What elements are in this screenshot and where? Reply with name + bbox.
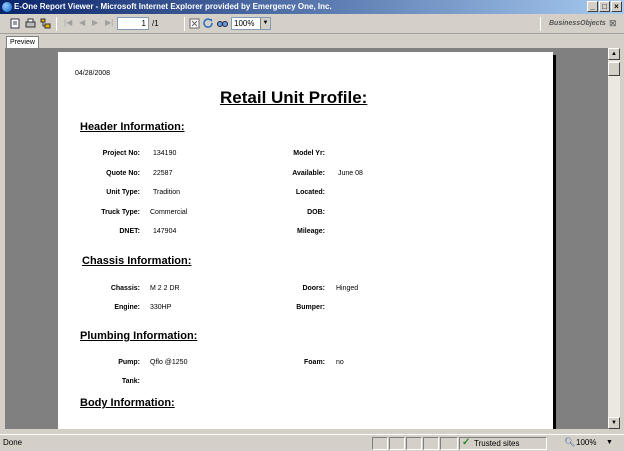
close-icon[interactable]: ⊠ [609,18,617,29]
chassis-value: M 2 2 DR [150,285,180,292]
tank-label: Tank: [121,378,140,385]
maximize-button[interactable]: □ [599,1,610,12]
status-zoom[interactable]: 🔍︎ 100% ▼ [562,437,622,450]
print-icon[interactable] [25,18,36,29]
foam-label: Foam: [304,359,325,366]
pump-label: Pump: [118,359,140,366]
available-label: Available: [292,170,325,177]
vertical-scrollbar[interactable]: ▲ ▼ [608,48,620,429]
zoom-value: 100% [234,19,255,28]
minimize-button[interactable]: _ [587,1,598,12]
doors-value: Hinged [336,285,359,292]
available-value: June 08 [338,170,363,177]
magnifier-icon: 🔍︎ [564,437,576,447]
section-chassis-information: Chassis Information: [82,255,192,267]
quote-no-label: Quote No: [106,170,140,177]
foam-value: no [336,359,344,366]
project-no-label: Project No: [102,150,140,157]
security-zone[interactable]: ✓ Trusted sites [459,437,547,450]
next-page-icon[interactable]: ▶ [92,18,98,27]
businessobjects-logo: BusinessObjects [549,20,606,27]
truck-type-label: Truck Type: [101,209,140,216]
dnet-value: 147904 [153,228,177,235]
scroll-up-icon[interactable]: ▲ [608,48,620,60]
pump-value: Qflo @1250 [150,359,188,366]
chevron-down-icon[interactable]: ▼ [606,437,613,448]
window-controls: _ □ × [587,1,622,12]
window-title: E-One Report Viewer - Microsoft Internet… [14,2,332,11]
engine-value: 330HP [150,304,172,311]
mileage-label: Mileage: [296,228,325,235]
report-title: Retail Unit Profile: [220,88,368,107]
search-icon[interactable] [217,18,228,29]
section-body-information: Body Information: [80,397,175,409]
doors-label: Doors: [302,285,325,292]
tab-preview[interactable]: Preview [6,36,39,48]
refresh-icon[interactable] [203,18,214,29]
report-toolbar: |◀ ◀ ▶ ▶| 1 /1 100% ▼ BusinessObjects ⊠ [0,14,624,34]
ie-icon [2,2,12,12]
unit-type-label: Unit Type: [106,189,140,196]
window-title-bar: E-One Report Viewer - Microsoft Internet… [0,0,624,14]
tab-strip: Preview [0,35,624,48]
close-button[interactable]: × [611,1,622,12]
status-text: Done [3,438,23,447]
last-page-icon[interactable]: ▶| [105,18,113,27]
bumper-label: Bumper: [296,304,325,311]
truck-type-value: Commercial [150,209,188,216]
check-icon: ✓ [462,437,471,448]
unit-type-value: Tradition [153,189,180,196]
model-yr-label: Model Yr: [293,150,325,157]
report-date: 04/28/2008 [75,70,111,77]
zoom-select[interactable]: 100% ▼ [231,17,271,30]
first-page-icon[interactable]: |◀ [64,18,72,27]
chassis-label: Chassis: [110,285,140,292]
security-zone-label: Trusted sites [474,439,520,448]
project-no-value: 134190 [153,150,177,157]
scroll-thumb[interactable] [608,62,620,76]
engine-label: Engine: [114,304,140,311]
report-page: 04/28/2008 Retail Unit Profile: Header I… [58,52,553,429]
page-number-input[interactable]: 1 [117,17,149,30]
located-label: Located: [295,189,325,196]
page-total: /1 [152,19,159,28]
report-viewport: 04/28/2008 Retail Unit Profile: Header I… [5,48,608,429]
status-bar: Done ✓ Trusted sites 🔍︎ 100% ▼ [0,434,624,451]
scroll-down-icon[interactable]: ▼ [608,417,620,429]
chevron-down-icon[interactable]: ▼ [260,18,270,29]
export-icon[interactable] [10,18,21,29]
dnet-label: DNET: [119,228,140,235]
section-header-information: Header Information: [80,121,185,133]
section-plumbing-information: Plumbing Information: [80,330,198,342]
status-zoom-value: 100% [576,438,597,447]
group-tree-icon[interactable] [40,18,51,29]
quote-no-value: 22587 [153,170,173,177]
dob-label: DOB: [307,209,325,216]
stop-icon[interactable] [189,18,200,29]
prev-page-icon[interactable]: ◀ [79,18,85,27]
